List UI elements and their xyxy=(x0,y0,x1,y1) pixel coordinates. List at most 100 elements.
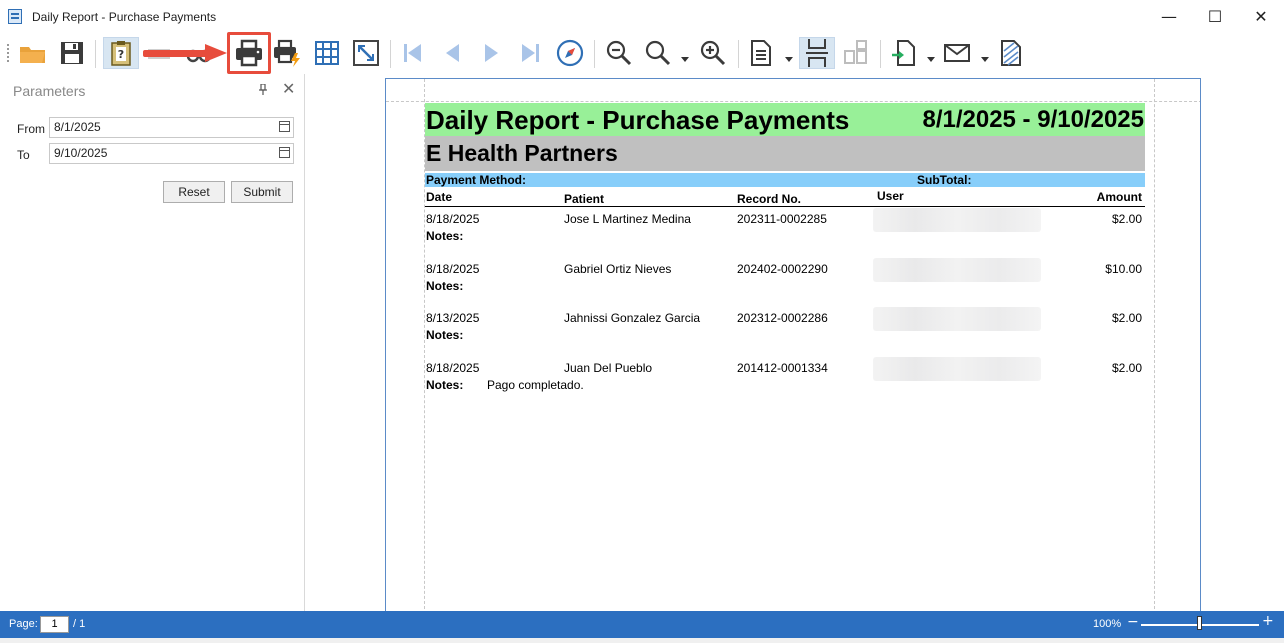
row-date: 8/13/2025 xyxy=(426,311,480,325)
redacted-user xyxy=(873,357,1041,381)
parameters-panel: Parameters ✕ From 8/1/2025 To 9/10/2025 … xyxy=(0,74,305,611)
calendar-icon[interactable] xyxy=(279,147,290,158)
toolbar-grip[interactable] xyxy=(7,44,11,62)
view-multiple-pages-icon[interactable] xyxy=(745,37,777,69)
col-user: User xyxy=(877,189,904,203)
col-amount: Amount xyxy=(1096,190,1142,204)
zoom-level: 100% xyxy=(1093,618,1122,630)
payment-method-band: Payment Method: SubTotal: xyxy=(425,173,1145,187)
notes-label: Notes: xyxy=(426,378,464,392)
submit-button[interactable]: Submit xyxy=(231,181,293,203)
next-page-icon[interactable] xyxy=(476,37,508,69)
first-page-icon[interactable] xyxy=(397,37,429,69)
scale-icon[interactable] xyxy=(350,37,382,69)
zoom-in-button[interactable]: + xyxy=(1262,613,1274,629)
open-folder-icon[interactable] xyxy=(17,37,49,69)
from-date-field[interactable]: 8/1/2025 xyxy=(49,117,294,138)
header-rule xyxy=(425,206,1145,207)
side-by-side-icon[interactable] xyxy=(840,37,872,69)
print-highlight-box xyxy=(227,32,271,74)
previous-page-icon[interactable] xyxy=(436,37,468,69)
window-title: Daily Report - Purchase Payments xyxy=(32,10,217,24)
close-button[interactable]: ✕ xyxy=(1238,3,1284,31)
payment-method-label: Payment Method: xyxy=(426,173,527,187)
zoom-out-button[interactable]: − xyxy=(1127,614,1139,630)
row-amount: $2.00 xyxy=(1111,311,1142,325)
to-date-field[interactable]: 9/10/2025 xyxy=(49,143,294,164)
send-email-icon[interactable] xyxy=(941,37,973,69)
title-bar: Daily Report - Purchase Payments — ☐ ✕ xyxy=(0,0,1284,34)
margin-guide xyxy=(1154,79,1155,617)
last-page-icon[interactable] xyxy=(514,37,546,69)
minimize-button[interactable]: — xyxy=(1146,3,1192,31)
col-patient: Patient xyxy=(564,192,605,206)
reset-button[interactable]: Reset xyxy=(163,181,225,203)
vertical-scrollbar[interactable] xyxy=(1268,55,1284,611)
to-date-value: 9/10/2025 xyxy=(54,146,108,160)
redacted-user xyxy=(873,208,1041,232)
annotation-arrow xyxy=(143,44,227,62)
company-name: E Health Partners xyxy=(426,140,618,166)
report-date-range: 8/1/2025 - 9/10/2025 xyxy=(922,106,1144,133)
row-amount: $2.00 xyxy=(1111,212,1142,226)
export-icon[interactable] xyxy=(888,37,920,69)
close-panel-icon[interactable]: ✕ xyxy=(282,79,295,98)
notes-label: Notes: xyxy=(426,229,464,243)
watermark-icon[interactable] xyxy=(995,37,1027,69)
company-band: E Health Partners xyxy=(425,136,1145,171)
col-record: Record No. xyxy=(737,192,802,206)
notes-label: Notes: xyxy=(426,279,464,293)
zoom-out-icon[interactable] xyxy=(603,37,635,69)
view-dropdown-icon[interactable] xyxy=(785,50,793,62)
navigation-compass-icon[interactable] xyxy=(554,37,586,69)
zoom-dropdown-icon[interactable] xyxy=(681,50,689,62)
svg-text:?: ? xyxy=(118,48,124,61)
row-notes: Pago completado. xyxy=(487,378,584,392)
col-date: Date xyxy=(426,190,453,204)
export-dropdown-icon[interactable] xyxy=(927,50,935,62)
report-viewer[interactable]: Daily Report - Purchase Payments 8/1/202… xyxy=(306,74,1284,618)
bottom-strip xyxy=(0,638,1284,643)
row-record: 202312-0002286 xyxy=(737,311,828,325)
row-patient: Gabriel Ortiz Nieves xyxy=(564,262,672,276)
page-setup-icon[interactable] xyxy=(311,37,343,69)
toolbar-separator xyxy=(390,40,391,68)
to-label: To xyxy=(17,148,30,162)
continuous-scroll-icon[interactable] xyxy=(799,37,835,69)
toolbar-separator xyxy=(738,40,739,68)
redacted-user xyxy=(873,258,1041,282)
notes-label: Notes: xyxy=(426,328,464,342)
email-dropdown-icon[interactable] xyxy=(981,50,989,62)
row-record: 202402-0002290 xyxy=(737,262,828,276)
from-label: From xyxy=(17,122,45,136)
row-amount: $10.00 xyxy=(1105,262,1142,276)
status-bar: Page: 1 / 1 100% − + xyxy=(0,611,1284,638)
row-date: 8/18/2025 xyxy=(426,212,480,226)
row-amount: $2.00 xyxy=(1111,361,1142,375)
row-patient: Jahnissi Gonzalez Garcia xyxy=(564,311,701,325)
page-label: Page: xyxy=(9,618,38,630)
zoom-in-icon[interactable] xyxy=(697,37,729,69)
redacted-user xyxy=(873,307,1041,331)
row-record: 201412-0001334 xyxy=(737,361,828,375)
document-map-icon[interactable]: ? xyxy=(103,37,139,69)
parameters-title: Parameters xyxy=(13,83,86,99)
toolbar-separator xyxy=(594,40,595,68)
report-title: Daily Report - Purchase Payments xyxy=(426,105,850,135)
page-number-input[interactable]: 1 xyxy=(40,616,69,633)
quick-print-icon[interactable] xyxy=(272,37,304,69)
app-icon xyxy=(8,9,22,24)
pin-icon[interactable] xyxy=(258,83,268,99)
subtotal-label: SubTotal: xyxy=(917,173,972,187)
save-icon[interactable] xyxy=(56,37,88,69)
row-record: 202311-0002285 xyxy=(737,212,827,226)
margin-guide xyxy=(386,101,1200,102)
page-total: / 1 xyxy=(73,618,86,630)
calendar-icon[interactable] xyxy=(279,121,290,132)
zoom-icon[interactable] xyxy=(642,37,674,69)
zoom-slider-thumb[interactable] xyxy=(1197,616,1202,630)
toolbar-separator xyxy=(95,40,96,68)
row-date: 8/18/2025 xyxy=(426,361,480,375)
maximize-button[interactable]: ☐ xyxy=(1192,3,1238,31)
report-page: Daily Report - Purchase Payments 8/1/202… xyxy=(385,78,1201,618)
